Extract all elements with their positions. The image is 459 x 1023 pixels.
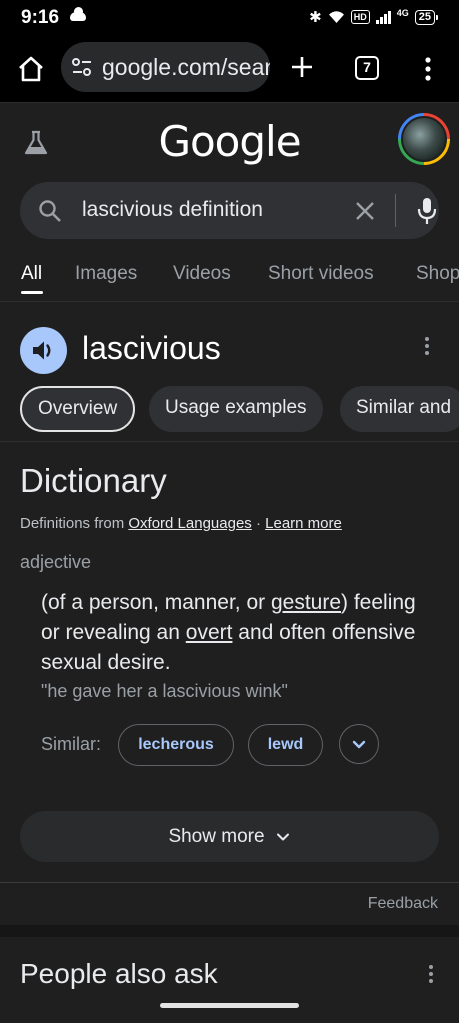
show-more-button[interactable]: Show more (20, 811, 439, 862)
bluetooth-icon: ✱ (309, 9, 322, 26)
url-text[interactable]: google.com/sear (102, 54, 270, 81)
cloud-icon (70, 7, 86, 21)
more-vert-icon[interactable] (420, 54, 436, 84)
tab-shopping[interactable]: Shop (416, 263, 459, 285)
divider (0, 441, 459, 442)
more-vert-icon[interactable] (423, 962, 439, 986)
search-tabs: All Images Videos Short videos Shop (0, 258, 459, 298)
synonym-chip-lewd[interactable]: lewd (248, 724, 323, 766)
mic-icon[interactable] (415, 196, 439, 226)
dictionary-title: Dictionary (20, 462, 167, 499)
gesture-nav-bar[interactable] (160, 1003, 299, 1008)
status-icons: ✱ HD 4G 25 (309, 8, 439, 26)
definition-text: (of a person, manner, or gesture) feelin… (41, 591, 416, 674)
synonym-chip-lecherous[interactable]: lecherous (118, 724, 234, 766)
pronunciation-button[interactable] (20, 327, 67, 374)
usage-example: "he gave her a lascivious wink" (41, 681, 288, 701)
headword: lascivious (82, 330, 221, 366)
search-box[interactable]: lascivious definition (20, 182, 439, 239)
tab-all[interactable]: All (21, 263, 42, 285)
google-header: Google (0, 104, 459, 184)
part-of-speech: adjective (20, 552, 92, 572)
avatar[interactable] (398, 113, 450, 165)
search-divider (395, 194, 396, 227)
expand-synonyms-button[interactable] (339, 724, 379, 764)
feedback-link[interactable]: Feedback (368, 895, 438, 913)
similar-label: Similar: (41, 734, 102, 754)
status-time: 9:16 (21, 7, 60, 28)
wifi-icon (328, 11, 344, 23)
more-vert-icon[interactable] (419, 334, 435, 358)
divider (0, 301, 459, 302)
tab-short-videos[interactable]: Short videos (268, 263, 374, 285)
people-also-ask-heading: People also ask (20, 958, 218, 989)
dictionary-source: Definitions from Oxford Languages · Lear… (20, 515, 342, 532)
show-more-label: Show more (168, 826, 265, 847)
word-chips: Overview Usage examples Similar and (0, 386, 459, 434)
battery-indicator: 25 (414, 9, 439, 25)
active-tab-indicator (21, 291, 43, 294)
overt-link[interactable]: overt (186, 621, 233, 644)
volume-icon (33, 341, 51, 360)
status-bar: 9:16 ✱ HD 4G 25 (0, 0, 459, 36)
hd-badge: HD (350, 10, 370, 24)
search-icon (39, 200, 61, 222)
source-separator: · (255, 515, 261, 532)
tab-videos[interactable]: Videos (173, 263, 231, 285)
chip-overview[interactable]: Overview (20, 386, 136, 432)
tab-images[interactable]: Images (75, 263, 137, 285)
section-separator (0, 925, 459, 937)
chip-usage-examples[interactable]: Usage examples (149, 386, 323, 432)
chip-similar-and-opposite[interactable]: Similar and (340, 386, 459, 432)
learn-more-link[interactable]: Learn more (265, 515, 342, 532)
chevron-down-icon (276, 833, 289, 841)
browser-toolbar: google.com/sear 7 (0, 36, 459, 103)
network-type: 4G (396, 8, 409, 18)
oxford-languages-link[interactable]: Oxford Languages (128, 515, 251, 532)
search-input[interactable]: lascivious definition (82, 198, 263, 222)
new-tab-icon[interactable] (287, 52, 317, 82)
site-settings-icon[interactable] (71, 57, 93, 77)
divider (0, 882, 459, 883)
close-icon[interactable] (353, 199, 377, 223)
signal-icon (375, 10, 391, 24)
address-bar[interactable]: google.com/sear (61, 42, 270, 92)
tab-switcher-button[interactable]: 7 (355, 56, 379, 80)
chevron-down-icon (352, 740, 366, 749)
gesture-link[interactable]: gesture (271, 591, 341, 614)
source-prefix: Definitions from (20, 515, 125, 532)
home-icon[interactable] (16, 54, 46, 84)
google-logo[interactable]: Google (0, 117, 459, 166)
